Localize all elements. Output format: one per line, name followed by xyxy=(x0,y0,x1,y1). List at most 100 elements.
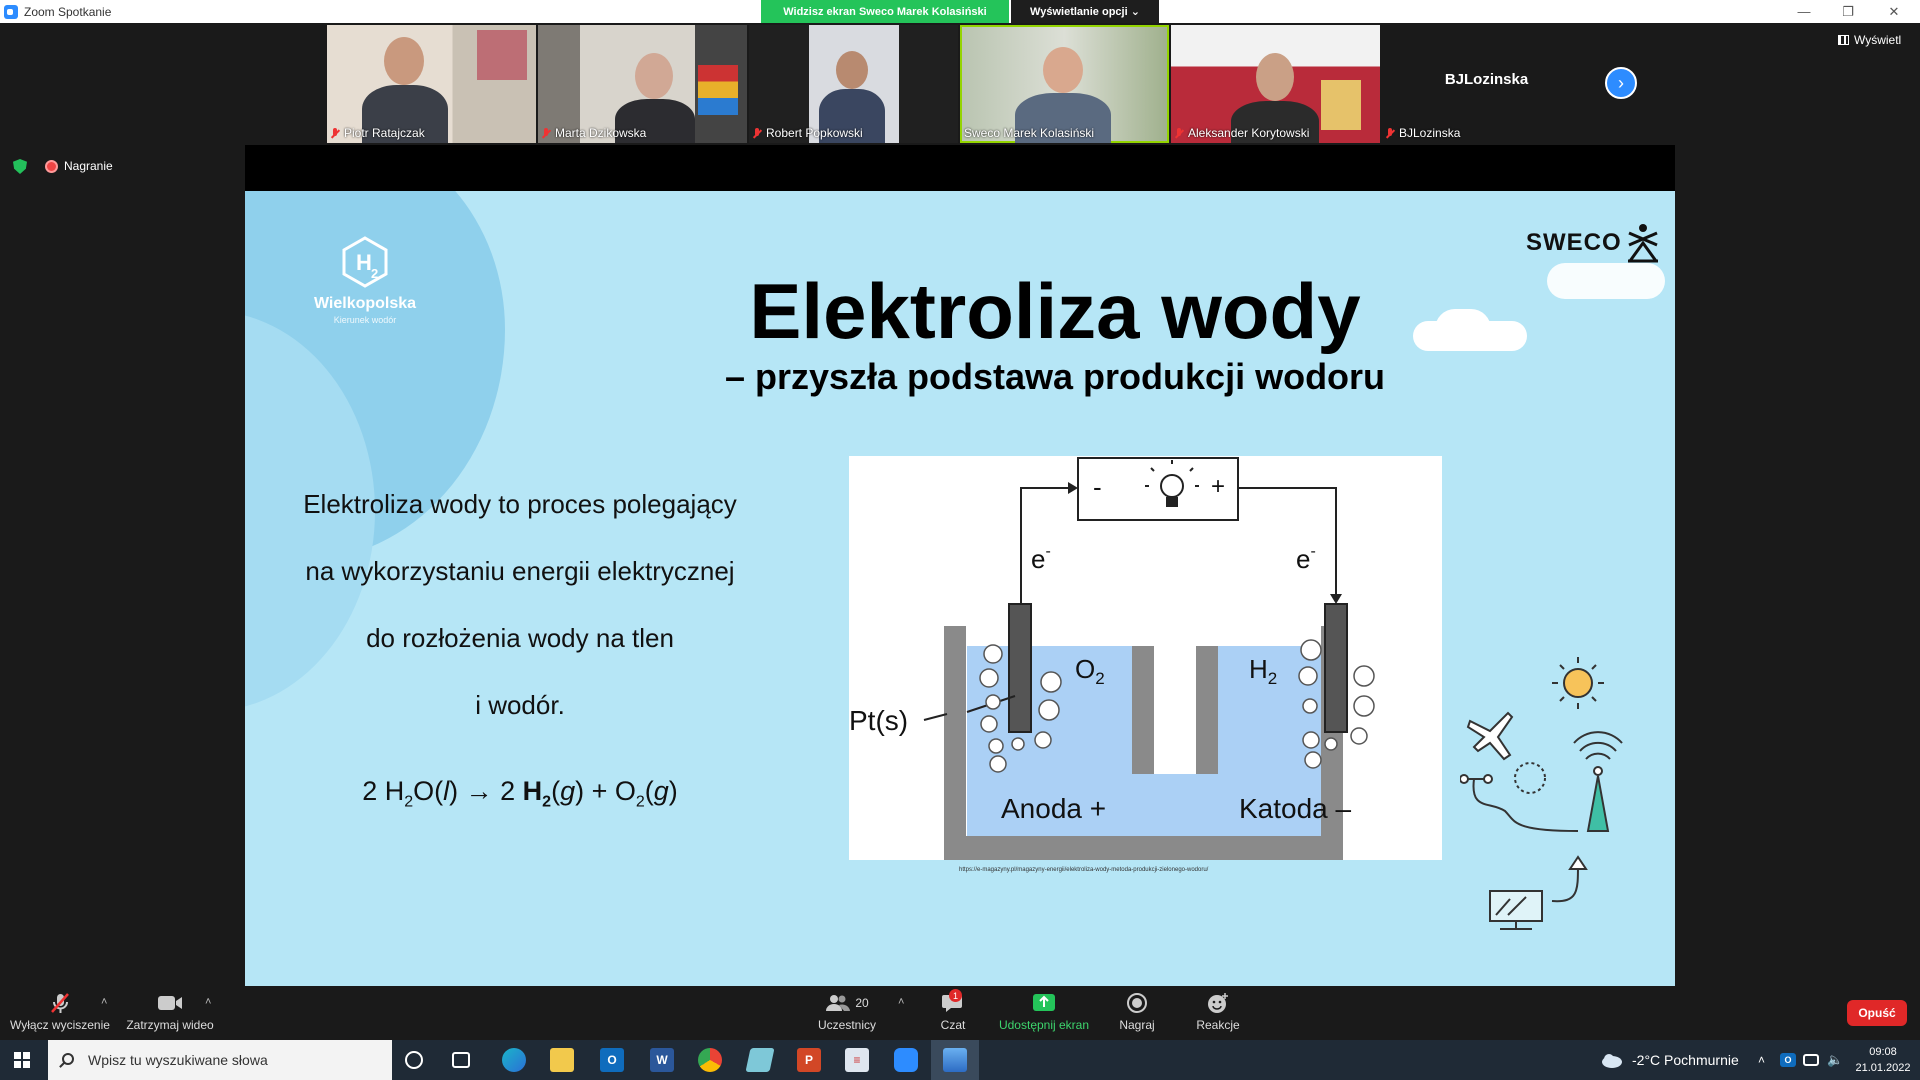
share-screen-button[interactable]: Udostępnij ekran xyxy=(996,992,1092,1032)
sun-icon xyxy=(1552,657,1604,709)
video-tile[interactable]: Robert Popkowski xyxy=(749,25,958,143)
muted-mic-icon xyxy=(753,127,761,139)
title-bar: Zoom Spotkanie Widzisz ekran Sweco Marek… xyxy=(0,0,1920,23)
video-tile-camera-off[interactable]: BJLozinska BJLozinska xyxy=(1382,25,1591,143)
wall-flag xyxy=(698,65,738,115)
video-tile[interactable]: Piotr Ratajczak xyxy=(327,25,536,143)
windows-start-icon[interactable] xyxy=(14,1052,30,1068)
cathode-electrode xyxy=(1324,603,1348,733)
record-button[interactable]: Nagraj xyxy=(1112,992,1162,1032)
logo-tagline: Kierunek wodór xyxy=(333,315,397,325)
chrome-icon[interactable] xyxy=(698,1048,722,1072)
participant-name: BJLozinska xyxy=(1386,126,1460,140)
taskbar-clock[interactable]: 09:08 21.01.2022 xyxy=(1853,1044,1913,1076)
weather-widget[interactable]: -2°C Pochmurnie xyxy=(1600,1040,1739,1080)
participants-icon xyxy=(826,995,851,1011)
slide-subtitle: – przyszła podstawa produkcji wodoru xyxy=(724,356,1386,397)
shared-slide: H 2 Wielkopolska Kierunek wodór SWECO El… xyxy=(245,191,1675,986)
document-app-icon[interactable]: ≡ xyxy=(845,1048,869,1072)
word-icon[interactable]: W xyxy=(650,1048,674,1072)
body-line: na wykorzystaniu energii elektrycznej xyxy=(305,556,735,586)
powerpoint-icon[interactable]: P xyxy=(797,1048,821,1072)
membrane-left xyxy=(1132,646,1154,774)
antenna-tower-icon xyxy=(1573,731,1623,832)
electrolysis-equation: 2 H2O(l) → 2 H2(g) + O2(g) xyxy=(362,776,678,811)
sharing-banner: Widzisz ekran Sweco Marek Kolasiński xyxy=(761,0,1009,23)
wall-poster xyxy=(477,30,527,80)
encryption-shield-icon[interactable] xyxy=(13,159,27,174)
reactions-button[interactable]: Reakcje xyxy=(1190,992,1246,1032)
participant-name: Piotr Ratajczak xyxy=(331,126,425,140)
search-icon xyxy=(62,1053,74,1065)
windows-taskbar: Wpisz tu wyszukiwane słowa O W P ≡ -2°C … xyxy=(0,1040,1920,1080)
wall-poster xyxy=(1321,80,1361,130)
svg-text:H: H xyxy=(356,250,372,275)
outlook-icon[interactable]: O xyxy=(600,1048,624,1072)
electron-label-left: e- xyxy=(1031,543,1051,574)
edge-browser-icon[interactable] xyxy=(502,1048,526,1072)
participants-options-caret-icon[interactable]: ˄ xyxy=(898,996,904,1008)
taskbar-search-box[interactable]: Wpisz tu wyszukiwane słowa xyxy=(48,1040,392,1080)
muted-mic-icon xyxy=(542,127,550,139)
participant-name: Marta Dzikowska xyxy=(542,126,646,140)
chat-badge: 1 xyxy=(949,989,962,1002)
slide-title: Elektroliza wody xyxy=(749,267,1361,355)
clock-date: 21.01.2022 xyxy=(1855,1062,1911,1074)
muted-mic-icon xyxy=(1386,127,1394,139)
electron-label-right: e- xyxy=(1296,543,1316,574)
cortana-icon[interactable] xyxy=(405,1051,423,1069)
view-button[interactable]: Wyświetl xyxy=(1838,33,1901,47)
leave-meeting-button[interactable]: Opuść xyxy=(1847,1000,1907,1026)
plus-terminal: + xyxy=(1211,473,1225,500)
video-tile[interactable]: Aleksander Korytowski xyxy=(1171,25,1380,143)
video-tile-active-speaker[interactable]: Sweco Marek Kolasiński xyxy=(960,25,1169,143)
volume-icon[interactable]: 🔈 xyxy=(1827,1040,1843,1080)
membrane-right xyxy=(1196,646,1218,774)
notes-app-icon[interactable] xyxy=(745,1048,775,1072)
next-page-arrow-icon[interactable]: › xyxy=(1605,67,1637,99)
wind-turbine-icon xyxy=(1460,762,1579,832)
body-line: do rozłożenia wody na tlen xyxy=(366,623,674,653)
brand-name: SWECO xyxy=(1526,229,1622,256)
cathode-label: Katoda – xyxy=(1239,793,1352,824)
zoom-window: Zoom Spotkanie Widzisz ekran Sweco Marek… xyxy=(0,0,1920,1080)
zoom-app-icon xyxy=(4,4,18,19)
muted-mic-icon xyxy=(1175,127,1183,139)
recording-indicator[interactable]: Nagranie xyxy=(45,159,113,173)
clock-time: 09:08 xyxy=(1869,1046,1897,1058)
video-tile[interactable]: Marta Dzikowska xyxy=(538,25,747,143)
task-view-icon[interactable] xyxy=(452,1052,470,1068)
close-icon[interactable]: ✕ xyxy=(1874,0,1914,23)
participants-button[interactable]: 20 Uczestnicy xyxy=(812,992,882,1032)
show-hidden-icons-icon[interactable]: ˄ xyxy=(1758,1040,1765,1080)
unmute-button[interactable]: Wyłącz wyciszenie xyxy=(8,992,112,1032)
vessel-bottom xyxy=(944,836,1343,860)
restore-icon[interactable]: ❐ xyxy=(1828,0,1868,23)
stop-video-button[interactable]: Zatrzymaj wideo xyxy=(122,992,218,1032)
cloud-decoration xyxy=(1547,263,1665,299)
logo-org-name: Wielkopolska xyxy=(313,295,417,312)
zoom-meeting-window-icon[interactable] xyxy=(943,1048,967,1072)
share-screen-icon xyxy=(1033,994,1055,1011)
video-options-caret-icon[interactable]: ˄ xyxy=(205,996,211,1008)
sweco-figure-icon xyxy=(1627,224,1658,263)
video-strip: Piotr Ratajczak Marta Dzikowska Robert P… xyxy=(327,25,1591,143)
chat-button[interactable]: 1 Czat xyxy=(935,989,971,1032)
svg-text:2: 2 xyxy=(371,266,378,281)
body-line: Elektroliza wody to proces polegający xyxy=(303,489,737,519)
audio-options-caret-icon[interactable]: ˄ xyxy=(101,996,107,1008)
file-explorer-icon[interactable] xyxy=(550,1048,574,1072)
minimize-icon[interactable]: — xyxy=(1784,0,1824,23)
zoom-taskbar-icon[interactable] xyxy=(894,1048,918,1072)
h2-hexagon-icon: H 2 xyxy=(342,236,388,288)
video-camera-icon xyxy=(158,996,182,1010)
window-title: Zoom Spotkanie xyxy=(24,4,112,19)
record-dot-icon xyxy=(45,159,58,173)
electrolysis-diagram: - + e- e- Pt(s) O2 H2 Anoda + Katoda – xyxy=(849,456,1442,860)
minus-terminal: - xyxy=(1093,472,1102,502)
solar-panel-icon xyxy=(1489,855,1588,930)
outlook-tray-icon[interactable]: O xyxy=(1780,1053,1796,1067)
network-icon[interactable] xyxy=(1803,1054,1819,1066)
view-options-button[interactable]: Wyświetlanie opcji ⌄ xyxy=(1011,0,1159,23)
search-placeholder: Wpisz tu wyszukiwane słowa xyxy=(88,1052,268,1068)
